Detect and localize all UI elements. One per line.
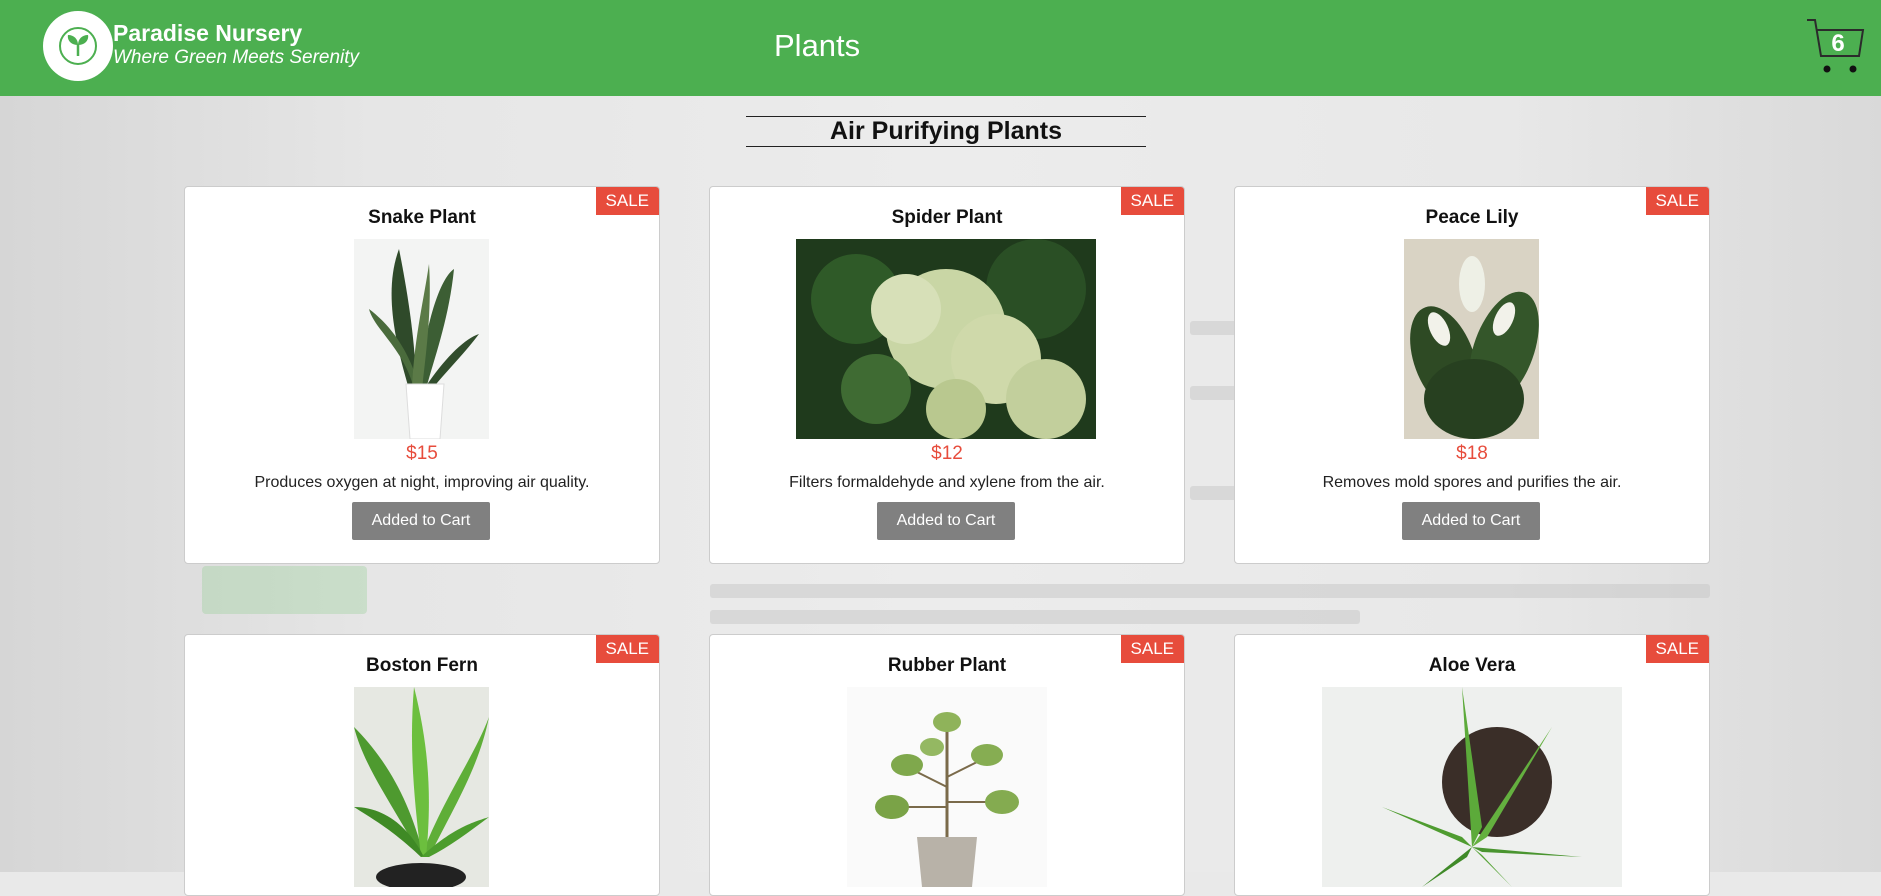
brand-name[interactable]: Paradise Nursery: [113, 20, 302, 47]
brand-logo[interactable]: [43, 11, 113, 81]
product-name: Rubber Plant: [887, 655, 1007, 676]
category-heading: Air Purifying Plants: [746, 116, 1146, 147]
product-card: SALE Rubber Plant: [709, 634, 1185, 896]
product-price: $18: [1456, 443, 1488, 464]
product-name: Spider Plant: [891, 207, 1003, 228]
rubber-plant-image: [847, 687, 1047, 887]
product-card: SALE Spider Plant $12 Filters formaldehy…: [709, 186, 1185, 564]
add-to-cart-button[interactable]: Added to Cart: [1402, 502, 1540, 540]
sprout-logo-icon: [59, 27, 97, 65]
product-description: Removes mold spores and purifies the air…: [1322, 474, 1622, 491]
background-decoration: [710, 584, 1710, 598]
product-price: $12: [931, 443, 963, 464]
spider-plant-image: [796, 239, 1096, 439]
product-name: Snake Plant: [368, 207, 476, 228]
product-card: SALE Peace Lily $18 Removes mold spores …: [1234, 186, 1710, 564]
product-name: Aloe Vera: [1428, 655, 1516, 676]
product-name: Peace Lily: [1425, 207, 1519, 228]
product-description: Produces oxygen at night, improving air …: [254, 474, 590, 491]
add-to-cart-button[interactable]: Added to Cart: [352, 502, 490, 540]
background-decoration: [710, 610, 1360, 624]
snake-plant-image: [354, 239, 489, 439]
nav-link-plants[interactable]: Plants: [774, 28, 860, 64]
add-to-cart-button[interactable]: Added to Cart: [877, 502, 1015, 540]
boston-fern-image: [354, 687, 489, 887]
product-name: Boston Fern: [366, 655, 478, 676]
product-card: SALE Aloe Vera: [1234, 634, 1710, 896]
top-nav-bar: Paradise Nursery Where Green Meets Seren…: [0, 0, 1881, 96]
background-decoration: [202, 566, 367, 614]
peace-lily-image: [1404, 239, 1539, 439]
cart-count-badge[interactable]: 6: [1826, 30, 1850, 58]
brand-tagline: Where Green Meets Serenity: [113, 47, 360, 68]
aloe-vera-image: [1322, 687, 1622, 887]
product-card: SALE Snake Plant $15 Produces oxygen at …: [184, 186, 660, 564]
product-card: SALE Boston Fern: [184, 634, 660, 896]
product-description: Filters formaldehyde and xylene from the…: [789, 474, 1105, 491]
product-price: $15: [406, 443, 438, 464]
